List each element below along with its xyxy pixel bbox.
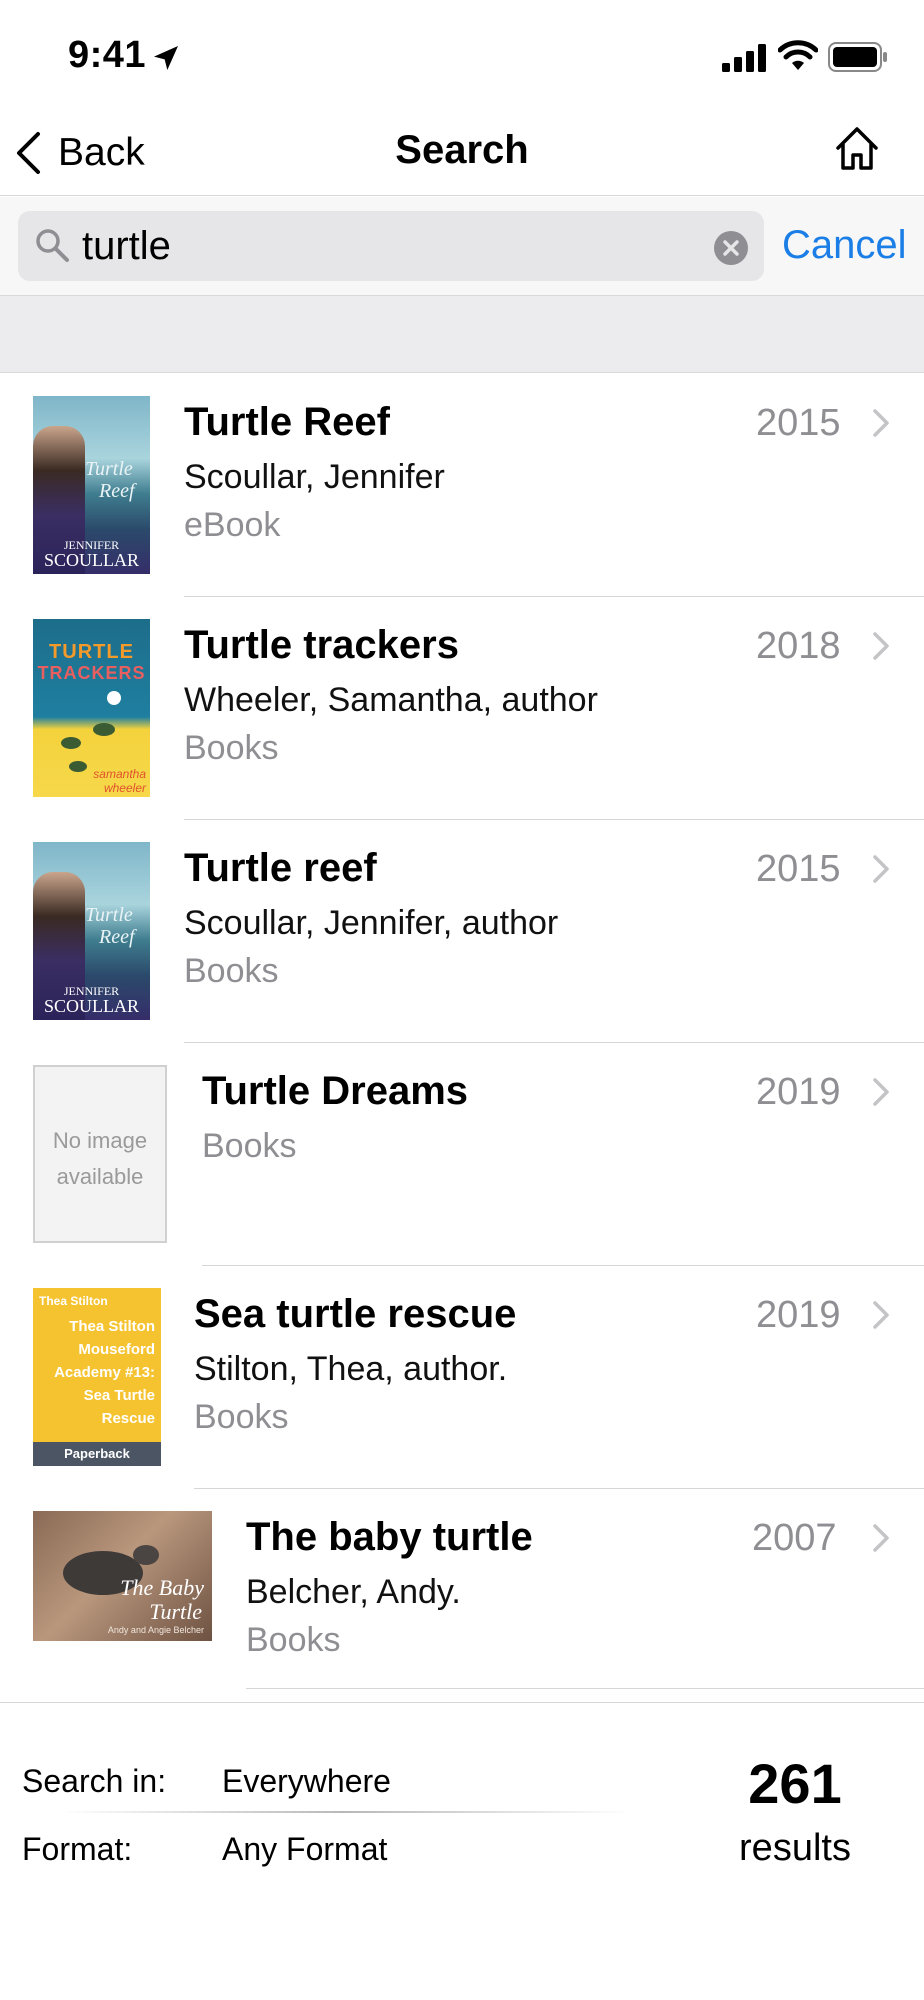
cover-text: Turtle	[149, 1599, 202, 1624]
cancel-button[interactable]: Cancel	[782, 223, 907, 268]
cover-text: Mouseford	[78, 1341, 155, 1358]
book-cover: Thea Stilton Thea Stilton Mouseford Acad…	[33, 1288, 161, 1466]
result-format: Books	[246, 1621, 341, 1659]
wifi-icon	[778, 40, 818, 70]
search-input[interactable]	[82, 223, 682, 269]
result-row[interactable]: No image available Turtle Dreams Books 2…	[0, 1043, 924, 1266]
result-year: 2015	[756, 402, 841, 444]
cover-text: Reef	[99, 480, 135, 502]
row-divider	[246, 1688, 924, 1689]
cover-text: Rescue	[101, 1410, 155, 1427]
status-bar: 9:41	[0, 0, 924, 110]
cover-text: Thea Stilton	[69, 1318, 155, 1335]
battery-icon	[828, 42, 887, 72]
result-format: eBook	[184, 506, 281, 544]
result-year: 2015	[756, 848, 841, 890]
result-author: Belcher, Andy.	[246, 1573, 461, 1611]
chevron-right-icon	[873, 632, 889, 660]
page-title: Search	[395, 128, 529, 172]
result-format: Books	[184, 952, 279, 990]
result-format: Books	[202, 1127, 297, 1165]
search-bar-area: Cancel	[0, 197, 924, 295]
search-field[interactable]	[18, 211, 764, 281]
clear-icon[interactable]	[714, 231, 748, 265]
cover-text: No image	[52, 1128, 148, 1153]
result-author: Scoullar, Jennifer, author	[184, 904, 559, 942]
chevron-right-icon	[873, 409, 889, 437]
book-cover: Turtle Reef JENNIFER SCOULLAR	[33, 842, 150, 1020]
no-image-placeholder: No image available	[33, 1065, 167, 1243]
cover-text: wheeler	[103, 781, 146, 795]
book-cover: Turtle Reef JENNIFER SCOULLAR	[33, 396, 150, 574]
cover-text: Turtle	[85, 904, 133, 926]
cover-text: Turtle	[85, 458, 133, 480]
result-row[interactable]: Thea Stilton Thea Stilton Mouseford Acad…	[0, 1266, 924, 1489]
cover-text: Thea Stilton	[39, 1294, 108, 1308]
status-time: 9:41	[68, 34, 147, 76]
search-footer: Search in: Everywhere Format: Any Format…	[0, 1702, 924, 2000]
location-arrow-icon	[154, 46, 178, 70]
search-in-label: Search in:	[22, 1763, 167, 1799]
result-row[interactable]: The Baby Turtle Andy and Angie Belcher T…	[0, 1489, 924, 1689]
result-year: 2018	[756, 625, 841, 667]
chevron-right-icon	[873, 1301, 889, 1329]
cover-text: Sea Turtle	[83, 1387, 155, 1404]
cover-text: The Baby	[120, 1575, 204, 1600]
cover-text: Paperback	[33, 1442, 161, 1466]
cover-text: available	[56, 1164, 144, 1189]
book-cover: The Baby Turtle Andy and Angie Belcher	[33, 1511, 212, 1641]
result-year: 2019	[756, 1294, 841, 1336]
result-title: Turtle reef	[184, 846, 377, 890]
result-format: Books	[194, 1398, 289, 1436]
section-separator	[0, 295, 924, 373]
result-row[interactable]: Turtle Reef JENNIFER SCOULLAR Turtle ree…	[0, 820, 924, 1043]
cover-text: SCOULLAR	[43, 550, 139, 570]
result-row[interactable]: TURTLE TRACKERS samantha wheeler Turtle …	[0, 597, 924, 820]
cover-text: Academy #13:	[54, 1364, 155, 1381]
result-format: Books	[184, 729, 279, 767]
cover-text: TRACKERS	[37, 663, 146, 683]
cover-text: TURTLE	[49, 641, 134, 663]
results-count: 261	[748, 1752, 842, 1815]
signal-icon	[722, 44, 766, 72]
format-label: Format:	[22, 1831, 133, 1867]
cover-text: Reef	[99, 926, 135, 948]
footer-divider	[60, 1811, 630, 1813]
result-author: Scoullar, Jennifer	[184, 458, 445, 496]
search-in-selector[interactable]: Everywhere	[222, 1763, 391, 1800]
cover-text: samantha	[93, 767, 146, 781]
result-title: The baby turtle	[246, 1515, 533, 1559]
result-title: Turtle trackers	[184, 623, 459, 667]
chevron-right-icon	[873, 855, 889, 883]
results-count-label: results	[739, 1827, 851, 1869]
result-title: Turtle Dreams	[202, 1069, 469, 1113]
result-title: Turtle Reef	[184, 400, 390, 444]
result-year: 2019	[756, 1071, 841, 1113]
result-title: Sea turtle rescue	[194, 1292, 517, 1336]
result-year: 2007	[752, 1517, 837, 1559]
result-author: Wheeler, Samantha, author	[184, 681, 598, 719]
chevron-right-icon	[873, 1524, 889, 1552]
search-icon	[36, 229, 69, 262]
book-cover: TURTLE TRACKERS samantha wheeler	[33, 619, 150, 797]
chevron-right-icon	[873, 1078, 889, 1106]
home-icon[interactable]	[834, 124, 880, 174]
format-selector[interactable]: Any Format	[222, 1831, 387, 1868]
navigation-bar: Back Search	[0, 110, 924, 196]
result-author: Stilton, Thea, author.	[194, 1350, 508, 1388]
cover-text: Andy and Angie Belcher	[107, 1625, 204, 1635]
results-list: Turtle Reef JENNIFER SCOULLAR Turtle Ree…	[0, 374, 924, 1689]
cover-text: SCOULLAR	[43, 996, 139, 1016]
result-row[interactable]: Turtle Reef JENNIFER SCOULLAR Turtle Ree…	[0, 374, 924, 597]
